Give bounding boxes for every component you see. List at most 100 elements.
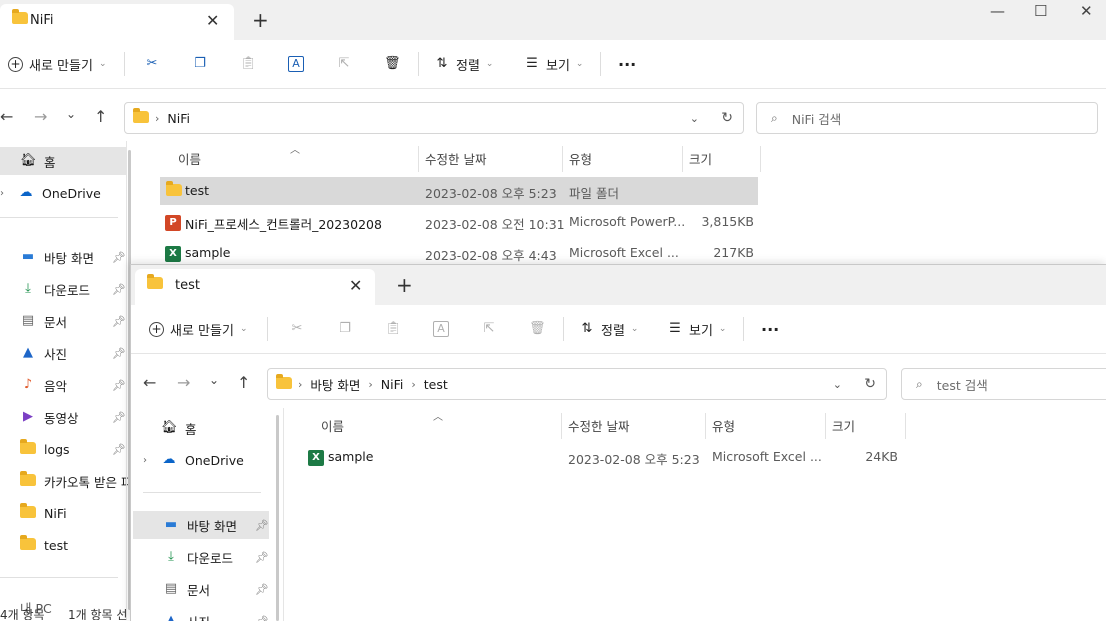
column-header-name[interactable]: 이름 <box>321 411 344 439</box>
column-header-name[interactable]: 이름 <box>178 144 201 172</box>
copy-button[interactable]: ❐ <box>337 317 353 341</box>
column-divider[interactable] <box>418 146 419 172</box>
sidebar-item-music[interactable]: ♪ 음악 📌︎ <box>20 371 67 399</box>
breadcrumb-test[interactable]: test <box>424 377 448 392</box>
sidebar-item-home[interactable]: 🏠︎ 홈 <box>161 414 197 442</box>
sidebar-item-documents[interactable]: ▤ 문서 📌︎ <box>20 307 67 335</box>
column-divider[interactable] <box>561 413 562 439</box>
view-button[interactable]: ☰ 보기 ⌄ <box>524 52 583 76</box>
file-row-sample[interactable]: X sample 2023-02-08 오후 5:23 Microsoft Ex… <box>303 443 903 471</box>
address-history-chevron-icon[interactable]: ⌄ <box>833 378 842 391</box>
window-close-button[interactable]: ✕ <box>1080 2 1093 20</box>
forward-arrow-icon[interactable]: → <box>34 107 47 126</box>
sidebar-item-pictures[interactable]: ▲ 사진 📌︎ <box>20 339 67 367</box>
column-divider[interactable] <box>905 413 906 439</box>
sidebar-item-desktop[interactable]: ▬ 바탕 화면 📌︎ <box>20 243 94 271</box>
more-options-button[interactable]: ··· <box>618 52 636 76</box>
sort-button[interactable]: ⇅ 정렬 ⌄ <box>434 52 493 76</box>
sidebar-item-home[interactable]: 🏠︎ 홈 <box>0 147 126 175</box>
column-divider[interactable] <box>562 146 563 172</box>
new-tab-button[interactable]: + <box>396 273 413 297</box>
column-header-size[interactable]: 크기 <box>689 144 712 172</box>
breadcrumb-nifi[interactable]: NiFi <box>381 377 404 392</box>
file-row-pptx[interactable]: P NiFi_프로세스_컨트롤러_20230208 2023-02-08 오전 … <box>160 208 758 236</box>
expand-chevron-icon[interactable]: › <box>0 188 4 199</box>
sidebar-item-test[interactable]: test <box>20 531 68 559</box>
rename-button[interactable]: A <box>433 317 449 341</box>
recent-locations-chevron-icon[interactable]: ⌄ <box>66 107 76 121</box>
expand-chevron-icon[interactable]: › <box>143 455 147 466</box>
rename-icon: A <box>433 321 449 337</box>
column-header-date[interactable]: 수정한 날짜 <box>568 411 629 439</box>
sidebar-item-label: logs <box>44 442 70 457</box>
breadcrumb-desktop[interactable]: 바탕 화면 <box>310 375 360 394</box>
more-options-button[interactable]: ··· <box>761 317 779 341</box>
address-history-chevron-icon[interactable]: ⌄ <box>690 112 699 125</box>
view-button[interactable]: ☰ 보기 ⌄ <box>667 317 726 341</box>
refresh-icon[interactable]: ↻ <box>864 376 876 392</box>
rename-button[interactable]: A <box>288 52 304 76</box>
delete-button[interactable]: 🗑︎ <box>384 52 400 76</box>
sidebar-item-desktop[interactable]: ▬ 바탕 화면 📌︎ <box>133 511 269 539</box>
breadcrumb-separator-icon: › <box>155 112 159 125</box>
sidebar-item-logs[interactable]: logs 📌︎ <box>20 435 70 463</box>
tab-close-button[interactable]: ✕ <box>349 276 362 295</box>
column-header-type[interactable]: 유형 <box>712 411 735 439</box>
delete-button[interactable]: 🗑︎ <box>529 317 545 341</box>
sidebar-item-label: test <box>44 538 68 553</box>
column-divider[interactable] <box>682 146 683 172</box>
column-divider[interactable] <box>760 146 761 172</box>
cut-button[interactable]: ✂ <box>289 317 305 341</box>
share-button[interactable]: ⇱ <box>336 52 352 76</box>
forward-arrow-icon[interactable]: → <box>177 373 190 392</box>
back-arrow-icon[interactable]: ← <box>143 373 156 392</box>
column-divider[interactable] <box>825 413 826 439</box>
clipboard-icon: 📋︎ <box>240 56 256 72</box>
sidebar-item-videos[interactable]: ▶ 동영상 📌︎ <box>20 403 79 431</box>
sidebar-divider <box>0 577 118 578</box>
sidebar-item-downloads[interactable]: ⤓ 다운로드 📌︎ <box>20 275 90 303</box>
sidebar-item-label: 홈 <box>185 419 197 438</box>
cut-button[interactable]: ✂ <box>144 52 160 76</box>
up-arrow-icon[interactable]: ↑ <box>237 373 250 392</box>
back-arrow-icon[interactable]: ← <box>0 107 13 126</box>
tab-test[interactable]: test ✕ <box>135 269 375 305</box>
column-header-date[interactable]: 수정한 날짜 <box>425 144 486 172</box>
tab-nifi[interactable]: NiFi ✕ <box>0 4 234 40</box>
sidebar-item-downloads[interactable]: ⤓ 다운로드 📌︎ <box>163 543 233 571</box>
paste-button[interactable]: 📋︎ <box>240 52 256 76</box>
breadcrumb-nifi[interactable]: NiFi <box>167 111 190 126</box>
column-header-size[interactable]: 크기 <box>832 411 855 439</box>
sidebar-item-pictures[interactable]: ▲ 사진 📌︎ <box>163 607 210 621</box>
sort-button[interactable]: ⇅ 정렬 ⌄ <box>579 317 638 341</box>
new-button[interactable]: + 새로 만들기 ⌄ <box>149 317 247 341</box>
paste-button[interactable]: 📋︎ <box>385 317 401 341</box>
maximize-button[interactable]: ☐ <box>1034 2 1047 20</box>
toolbar-divider <box>563 317 564 341</box>
file-row-sample[interactable]: X sample 2023-02-08 오후 4:43 Microsoft Ex… <box>160 239 758 267</box>
minimize-button[interactable]: — <box>990 2 1005 20</box>
address-bar[interactable]: › NiFi ⌄ ↻ <box>124 102 744 134</box>
up-arrow-icon[interactable]: ↑ <box>94 107 107 126</box>
sidebar-item-kakaotalk[interactable]: 카카오톡 받은 파 <box>20 467 132 495</box>
folder-icon <box>147 277 165 291</box>
address-bar[interactable]: › 바탕 화면 › NiFi › test ⌄ ↻ <box>267 368 887 400</box>
file-row-test[interactable]: test 2023-02-08 오후 5:23 파일 폴더 <box>160 177 758 205</box>
new-button[interactable]: + 새로 만들기 ⌄ <box>8 52 106 76</box>
new-tab-button[interactable]: + <box>252 8 269 32</box>
home-icon: 🏠︎ <box>161 420 177 436</box>
search-box[interactable]: ⌕ test 검색 <box>901 368 1106 400</box>
sidebar-item-onedrive[interactable]: › ☁ OneDrive <box>143 446 244 474</box>
sidebar-item-documents[interactable]: ▤ 문서 📌︎ <box>163 575 210 603</box>
sidebar-scrollbar[interactable] <box>276 415 279 621</box>
sidebar-item-onedrive[interactable]: › ☁ OneDrive <box>0 179 101 207</box>
refresh-icon[interactable]: ↻ <box>721 110 733 126</box>
column-divider[interactable] <box>705 413 706 439</box>
copy-button[interactable]: ❐ <box>192 52 208 76</box>
recent-locations-chevron-icon[interactable]: ⌄ <box>209 373 219 387</box>
sidebar-item-nifi[interactable]: NiFi <box>20 499 67 527</box>
share-button[interactable]: ⇱ <box>481 317 497 341</box>
tab-close-button[interactable]: ✕ <box>206 11 219 30</box>
search-box[interactable]: ⌕ NiFi 검색 <box>756 102 1098 134</box>
column-header-type[interactable]: 유형 <box>569 144 592 172</box>
